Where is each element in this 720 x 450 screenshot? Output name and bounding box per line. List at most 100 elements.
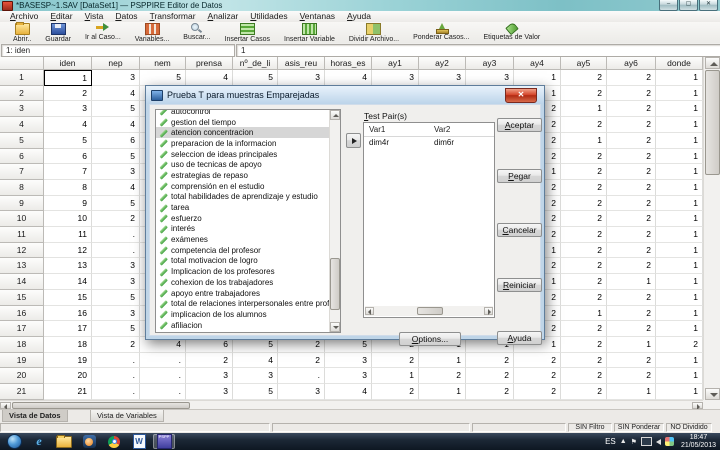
grid-cell[interactable]: 8 [44,179,92,196]
grid-cell[interactable]: 1 [656,70,703,86]
grid-cell[interactable]: 2 [186,352,233,369]
test-pairs-table[interactable]: Var1 Var2 dim4r dim6r [363,122,495,318]
grid-cell[interactable]: 3 [325,368,372,385]
variable-list-item[interactable]: implicacion de los alumnos [156,309,340,320]
grid-cell[interactable]: 21 [44,384,92,400]
vertical-scroll-thumb[interactable] [705,70,720,175]
variable-list-item[interactable]: competencia del profesor [156,245,340,256]
grid-cell[interactable]: 3 [92,305,140,322]
maximize-button[interactable]: ▢ [679,0,698,11]
grid-cell[interactable]: 2 [514,352,561,369]
row-header[interactable]: 5 [0,132,44,149]
variable-list-item[interactable]: gestion del tiempo [156,117,340,128]
grid-cell[interactable]: 18 [44,336,92,353]
grid-cell[interactable]: 1 [656,148,703,165]
grid-cell[interactable]: 3 [278,70,325,86]
grid-cell[interactable]: 2 [607,179,656,196]
grid-cell[interactable]: . [92,368,140,385]
toolbar-weight-cases-button[interactable]: Ponderar Casos... [406,22,476,41]
grid-cell[interactable]: 4 [44,117,92,133]
grid-cell[interactable]: 1 [656,195,703,212]
grid-cell[interactable]: 2 [561,242,607,259]
grid-cell[interactable]: 2 [561,352,607,369]
grid-cell[interactable]: 5 [233,384,278,400]
column-header[interactable]: asis_reu [278,57,325,70]
grid-cell[interactable]: 5 [44,132,92,149]
grid-cell[interactable]: 2 [561,368,607,385]
toolbar-variables-button[interactable]: Variables... [128,22,177,43]
variable-list-item[interactable]: total habilidades de aprendizaje y estud… [156,192,340,203]
row-header[interactable]: 9 [0,195,44,212]
grid-cell[interactable]: 2 [561,336,607,353]
grid-cell[interactable]: 3 [186,368,233,385]
row-header[interactable]: 8 [0,179,44,196]
column-header[interactable]: nem [140,57,186,70]
grid-cell[interactable]: 5 [92,101,140,118]
grid-cell[interactable]: 3 [278,384,325,400]
grid-cell[interactable]: 6 [44,148,92,165]
grid-cell[interactable]: 2 [561,321,607,337]
grid-cell[interactable]: 1 [561,101,607,118]
variable-list-item[interactable]: esfuerzo [156,213,340,224]
grid-cell[interactable]: 2 [607,101,656,118]
grid-cell[interactable]: 5 [233,70,278,86]
grid-cell[interactable]: 2 [561,211,607,228]
grid-cell[interactable]: 2 [466,384,514,400]
grid-cell[interactable]: 2 [607,368,656,385]
grid-cell[interactable]: 1 [656,85,703,102]
grid-cell[interactable]: 1 [419,352,466,369]
grid-cell[interactable]: 4 [186,70,233,86]
grid-cell[interactable]: 2 [607,227,656,243]
grid-cell[interactable]: 1 [656,117,703,133]
row-header[interactable]: 11 [0,227,44,243]
grid-cell[interactable]: 2 [607,352,656,369]
taskbar-word-icon[interactable]: W [128,434,150,449]
dialog-titlebar[interactable]: Prueba T para muestras Emparejadas ✕ [146,86,544,104]
grid-cell[interactable]: 4 [92,85,140,102]
variable-list-item[interactable]: exámenes [156,234,340,245]
variable-list[interactable]: autocontrol gestion del tiempo atencion … [155,109,341,333]
column-header[interactable]: ay6 [607,57,656,70]
close-button[interactable]: ✕ [699,0,718,11]
grid-cell[interactable]: 1 [656,289,703,306]
grid-cell[interactable]: 1 [514,70,561,86]
hidden-icons-chevron[interactable]: ▲ [620,438,627,445]
grid-cell[interactable]: 10 [44,211,92,228]
grid-cell[interactable]: 2 [607,258,656,275]
row-header[interactable]: 4 [0,117,44,133]
taskbar-chrome-icon[interactable] [103,434,125,449]
grid-cell[interactable]: 2 [607,85,656,102]
grid-cell[interactable]: 2 [561,227,607,243]
grid-cell[interactable]: 14 [44,274,92,290]
row-header[interactable]: 13 [0,258,44,275]
menu-archivo[interactable]: Archivo [4,11,44,22]
grid-cell[interactable]: 2 [514,368,561,385]
grid-cell[interactable]: 3 [44,101,92,118]
grid-cell[interactable]: 3 [466,70,514,86]
grid-cell[interactable]: . [92,242,140,259]
column-header[interactable]: ay1 [372,57,419,70]
variable-list-item[interactable]: Implicacion de los profesores [156,266,340,277]
grid-cell[interactable]: 2 [607,211,656,228]
grid-cell[interactable]: 3 [372,70,419,86]
grid-cell[interactable]: 1 [656,258,703,275]
menu-utilidades[interactable]: Utilidades [244,11,293,22]
grid-cell[interactable]: 5 [92,289,140,306]
grid-cell[interactable]: 3 [92,70,140,86]
grid-cell[interactable]: 1 [656,305,703,322]
grid-cell[interactable]: 2 [607,195,656,212]
tray-app-icon[interactable] [664,437,674,446]
grid-cell[interactable]: 3 [186,384,233,400]
grid-cell[interactable]: 3 [92,274,140,290]
toolbar-insert-cases-button[interactable]: Insertar Casos [218,22,278,43]
cell-reference-box[interactable]: 1: iden [1,44,235,57]
grid-cell[interactable]: 2 [607,132,656,149]
variable-list-item[interactable]: comprensión en el estudio [156,181,340,192]
grid-cell[interactable]: . [92,352,140,369]
grid-cell[interactable]: 2 [607,242,656,259]
accept-button[interactable]: Aceptar [497,118,542,132]
toolbar-open-button[interactable]: Abrir.. [6,22,38,43]
variable-list-item[interactable]: afiliacion [156,320,340,331]
grid-cell[interactable]: 3 [92,258,140,275]
variable-list-item[interactable]: autocontrol [156,110,340,117]
